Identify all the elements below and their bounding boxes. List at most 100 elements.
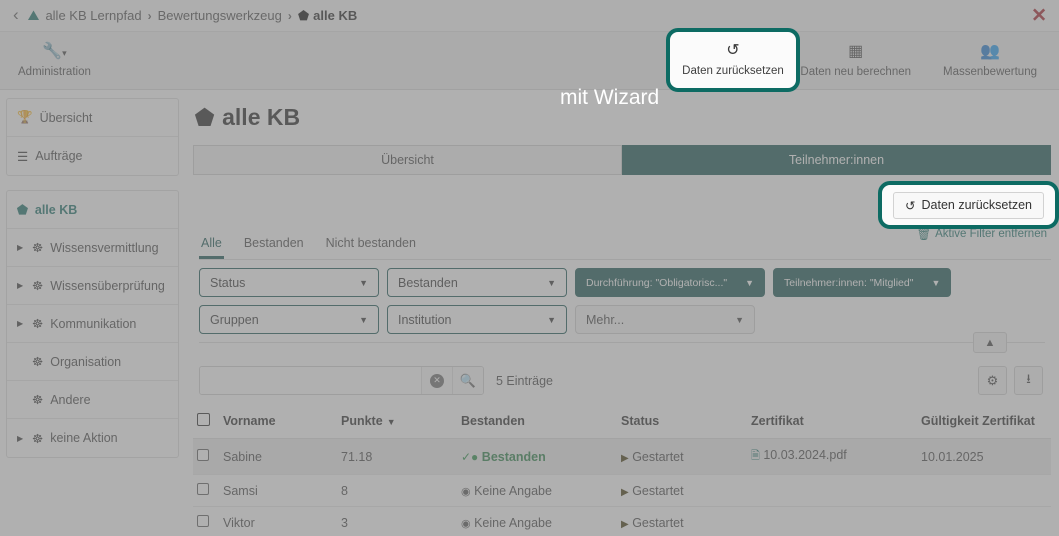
sidebar-item-kommunikation[interactable]: ▶ ☸ Kommunikation xyxy=(7,305,178,343)
trash-icon: 🗑 xyxy=(917,227,932,241)
home-icon[interactable]: ⛰ xyxy=(28,7,40,24)
sidebar-item-label: alle KB xyxy=(35,203,77,217)
filter-label: Status xyxy=(210,276,245,290)
recalculate-data-label: Daten neu berechnen xyxy=(800,66,911,78)
row-checkbox[interactable] xyxy=(197,449,209,461)
sidebar-item-label: Aufträge xyxy=(35,149,82,163)
breadcrumb-current: alle KB xyxy=(313,8,357,23)
table-row[interactable]: Sabine 71.18 ✓● Bestanden ▶ Gestartet 🗎 xyxy=(193,439,1051,475)
column-punkte[interactable]: Punkte▼ xyxy=(337,407,457,439)
column-bestanden[interactable]: Bestanden xyxy=(457,407,617,439)
filter-label: Teilnehmer:innen: "Mitglied" xyxy=(784,277,913,289)
cell-status-label: Gestartet xyxy=(632,484,683,498)
sidebar-item-alle-kb[interactable]: ⬟ alle KB xyxy=(7,191,178,229)
row-checkbox[interactable] xyxy=(197,515,209,527)
highlight-reset-label: Daten zurücksetzen xyxy=(922,198,1032,212)
top-toolbar: 🔧▾ Administration ↺ Daten zurücksetzen ▦… xyxy=(0,32,1059,90)
sidebar-item-uebersicht[interactable]: 🏆 Übersicht xyxy=(7,99,178,137)
filter-collapse-row: ▲ xyxy=(199,342,1045,356)
filter-tab-bestanden[interactable]: Bestanden xyxy=(242,233,306,259)
highlight-reset-data-button[interactable]: ↺ Daten zurücksetzen xyxy=(878,181,1059,229)
filter-status-dropdown[interactable]: Status ▼ xyxy=(199,268,379,297)
select-all-header[interactable] xyxy=(193,407,219,439)
filter-tab-nicht-bestanden[interactable]: Nicht bestanden xyxy=(324,233,418,259)
filter-gruppen-dropdown[interactable]: Gruppen ▼ xyxy=(199,305,379,334)
column-vorname[interactable]: Vorname xyxy=(219,407,337,439)
sidebar-item-organisation[interactable]: ▶ ☸ Organisation xyxy=(7,343,178,381)
table-settings-button[interactable]: ⚙ xyxy=(978,366,1007,395)
sidebar-group-tree: ⬟ alle KB ▶ ☸ Wissensvermittlung ▶ ☸ Wis… xyxy=(6,190,179,458)
column-status[interactable]: Status xyxy=(617,407,747,439)
highlighted-toolbar-button[interactable]: ↺ Daten zurücksetzen xyxy=(682,43,784,77)
expand-arrow-icon[interactable]: ▶ xyxy=(17,434,25,443)
search-input[interactable] xyxy=(200,367,421,394)
clear-active-filters-link[interactable]: 🗑 Aktive Filter entfernen xyxy=(917,227,1047,241)
expand-arrow-icon[interactable]: ▶ xyxy=(17,243,25,252)
breadcrumb-item-0[interactable]: alle KB Lernpfad xyxy=(45,8,141,23)
cell-gueltigkeit: 10.01.2025 xyxy=(917,439,1051,475)
filter-teilnehmer-dropdown[interactable]: Teilnehmer:innen: "Mitglied" ▼ xyxy=(773,268,951,297)
highlighted-reset-button[interactable]: ↺ Daten zurücksetzen xyxy=(893,192,1044,219)
cell-gueltigkeit xyxy=(917,475,1051,507)
sidebar-item-auftraege[interactable]: ☰ Aufträge xyxy=(7,137,178,175)
nodes-icon: ☸ xyxy=(32,392,43,407)
sidebar-item-keine-aktion[interactable]: ▶ ☸ keine Aktion xyxy=(7,419,178,457)
sidebar-item-wissensueberpruefung[interactable]: ▶ ☸ Wissensüberprüfung xyxy=(7,267,178,305)
sidebar-item-wissensvermittlung[interactable]: ▶ ☸ Wissensvermittlung xyxy=(7,229,178,267)
breadcrumb-item-1[interactable]: Bewertungswerkzeug xyxy=(158,8,282,23)
filter-institution-dropdown[interactable]: Institution ▼ xyxy=(387,305,567,334)
cell-zertifikat[interactable]: 🗎 10.03.2024.pdf xyxy=(747,439,917,475)
expand-arrow-icon[interactable]: ▶ xyxy=(17,319,25,328)
filter-label: Institution xyxy=(398,313,452,327)
cell-punkte: 3 xyxy=(337,507,457,536)
tab-teilnehmer[interactable]: Teilnehmer:innen xyxy=(622,145,1051,175)
sidebar-item-label: Wissensvermittlung xyxy=(50,241,158,255)
entries-count: 5 Einträge xyxy=(496,374,553,388)
filter-bestanden-dropdown[interactable]: Bestanden ▼ xyxy=(387,268,567,297)
nodes-icon: ☸ xyxy=(32,278,43,293)
sidebar-item-andere[interactable]: ▶ ☸ Andere xyxy=(7,381,178,419)
play-icon: ▶ xyxy=(621,487,629,498)
table-row[interactable]: Samsi 8 ◉ Keine Angabe ▶ Gestartet xyxy=(193,475,1051,507)
cube-icon: ⬟ xyxy=(298,8,309,24)
filter-row-1: Status ▼ Bestanden ▼ Durchführung: "Obli… xyxy=(199,268,1045,297)
cell-vorname: Viktor xyxy=(219,507,337,536)
cell-punkte: 71.18 xyxy=(337,439,457,475)
clear-search-button[interactable]: ✕ xyxy=(421,367,452,394)
table-download-button[interactable]: ⭳ xyxy=(1014,366,1043,395)
column-zertifikat[interactable]: Zertifikat xyxy=(747,407,917,439)
expand-arrow-icon[interactable]: ▶ xyxy=(17,281,25,290)
highlight-reset-data-toolbar[interactable]: ↺ Daten zurücksetzen xyxy=(666,28,800,92)
bulk-assessment-button[interactable]: 👥 Massenbewertung xyxy=(927,32,1053,90)
play-icon: ▶ xyxy=(621,519,629,530)
recalculate-data-button[interactable]: ▦ Daten neu berechnen xyxy=(784,32,927,90)
cube-icon: ⬟ xyxy=(195,105,214,131)
filter-durchfuehrung-dropdown[interactable]: Durchführung: "Obligatorisc..." ▼ xyxy=(575,268,765,297)
back-chevron-icon[interactable]: ‹ xyxy=(8,6,28,25)
cell-gueltigkeit xyxy=(917,507,1051,536)
table-row[interactable]: Viktor 3 ◉ Keine Angabe ▶ Gestartet xyxy=(193,507,1051,536)
column-gueltigkeit[interactable]: Gültigkeit Zertifikat xyxy=(917,407,1051,439)
nodes-icon: ☸ xyxy=(32,240,43,255)
filter-tab-alle[interactable]: Alle xyxy=(199,233,224,259)
administration-button[interactable]: 🔧▾ Administration xyxy=(0,32,107,90)
collapse-filters-button[interactable]: ▲ xyxy=(973,332,1007,353)
cell-punkte: 8 xyxy=(337,475,457,507)
close-icon[interactable]: ✕ xyxy=(1031,6,1047,25)
row-select-cell[interactable] xyxy=(193,507,219,536)
filter-chips: Status ▼ Bestanden ▼ Durchführung: "Obli… xyxy=(193,260,1051,334)
filter-more-dropdown[interactable]: Mehr... ▼ xyxy=(575,305,755,334)
calculator-icon: ▦ xyxy=(848,44,863,61)
cell-bestanden-label: Keine Angabe xyxy=(474,516,552,530)
select-all-checkbox[interactable] xyxy=(197,413,210,426)
row-select-cell[interactable] xyxy=(193,475,219,507)
tab-uebersicht[interactable]: Übersicht xyxy=(193,145,622,175)
cell-bestanden-label: Bestanden xyxy=(482,450,546,464)
circle-dot-icon: ◉ xyxy=(461,486,471,498)
check-circle-icon: ✓● xyxy=(461,450,478,464)
wrench-icon: 🔧▾ xyxy=(42,44,66,61)
row-checkbox[interactable] xyxy=(197,483,209,495)
row-select-cell[interactable] xyxy=(193,439,219,475)
chevron-down-icon: ▼ xyxy=(547,315,556,325)
search-button[interactable]: 🔍 xyxy=(452,367,483,394)
